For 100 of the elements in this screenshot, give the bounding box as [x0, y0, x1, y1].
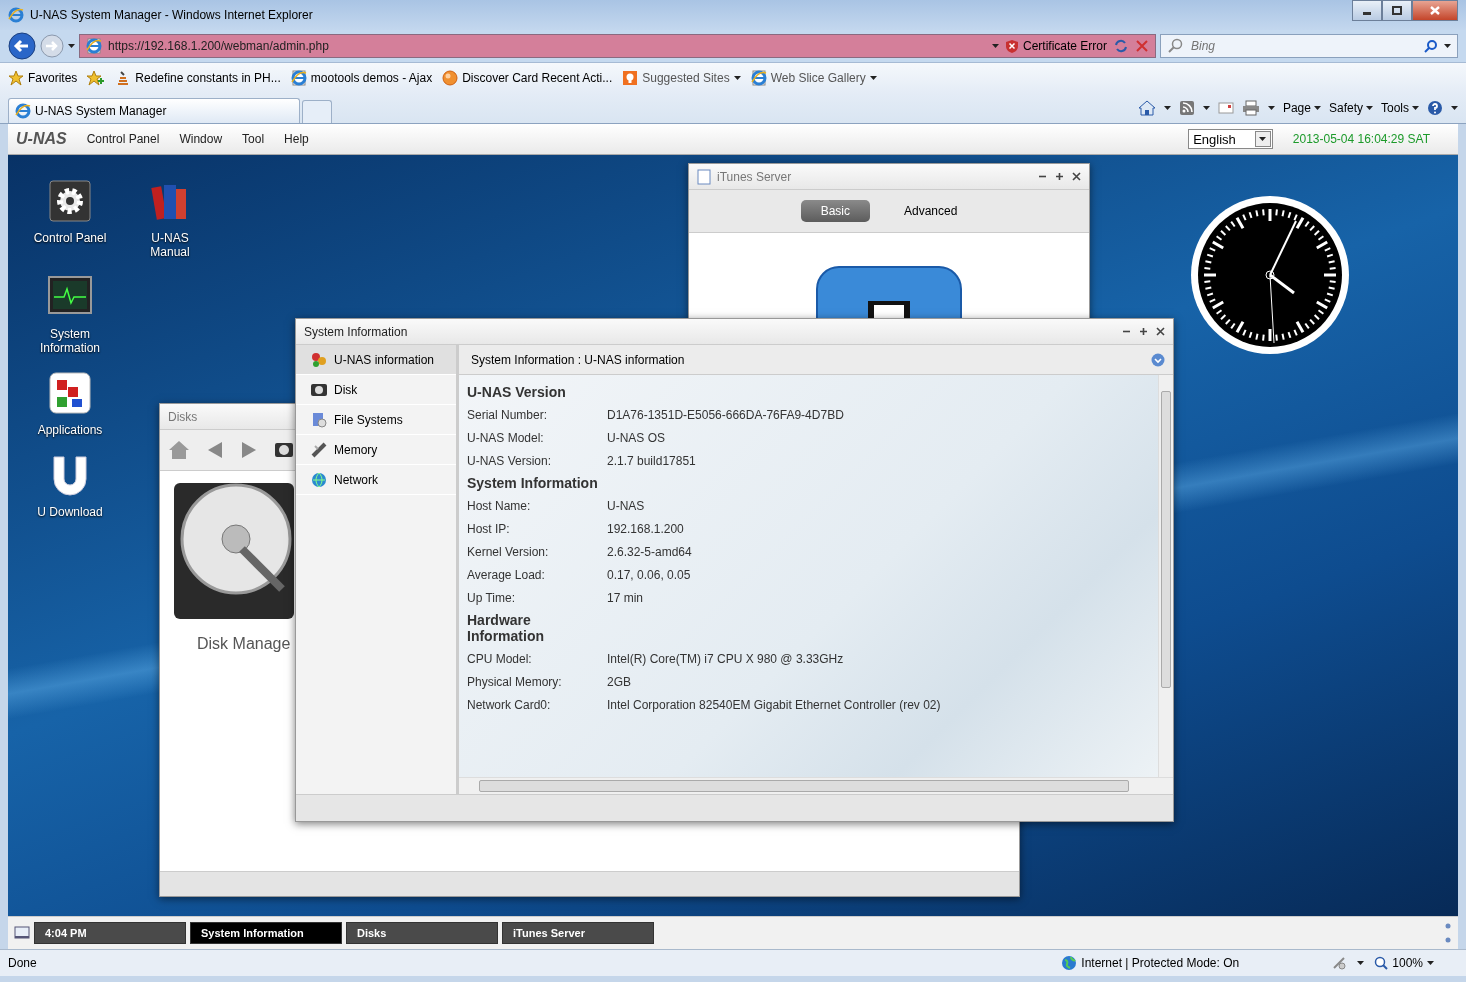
- mail-icon[interactable]: [1217, 102, 1234, 114]
- field-label: Host IP:: [467, 521, 511, 536]
- menu-item[interactable]: Control Panel: [86, 132, 160, 146]
- close-icon[interactable]: [1156, 327, 1165, 336]
- favorites-button[interactable]: Favorites: [8, 70, 78, 86]
- search-field[interactable]: Bing: [1189, 38, 1418, 54]
- field-label: Physical Memory:: [467, 674, 563, 689]
- caret-icon[interactable]: [1444, 44, 1451, 48]
- star-icon: [8, 70, 24, 86]
- info-icon: [310, 350, 328, 369]
- caret-icon[interactable]: [1357, 961, 1365, 965]
- taskbar-button[interactable]: System Information: [190, 922, 342, 944]
- vertical-scrollbar[interactable]: [1158, 375, 1173, 777]
- status-text: Done: [8, 956, 38, 970]
- show-desktop-icon[interactable]: [14, 926, 30, 940]
- favorite-link[interactable]: Suggested Sites: [622, 70, 741, 86]
- search-box[interactable]: Bing: [1160, 34, 1458, 58]
- field-value: Intel Corporation 82540EM Gigabit Ethernet Controller (rev 02): [607, 697, 941, 712]
- menu-item[interactable]: Window: [179, 132, 223, 146]
- home-icon[interactable]: [1137, 100, 1156, 116]
- favorite-link[interactable]: Web Slice Gallery: [750, 70, 877, 86]
- window-title: System Information: [304, 324, 408, 339]
- desktop-shortcut[interactable]: Control Panel: [20, 177, 120, 259]
- security-zone: Internet | Protected Mode: On: [1081, 956, 1240, 970]
- caret-icon: [1412, 106, 1419, 110]
- menu-item[interactable]: Help: [284, 132, 309, 146]
- date-time: 2013-05-04 16:04:29 SAT: [1292, 132, 1430, 146]
- search-icon[interactable]: [1424, 39, 1438, 53]
- field-value: U-NAS OS: [607, 430, 665, 445]
- ie-logo-icon: [8, 7, 24, 23]
- field-label: Host Name:: [467, 498, 532, 513]
- protected-mode-icon[interactable]: [1331, 955, 1348, 971]
- field-value: 2.1.7 build17851: [607, 453, 696, 468]
- lightbulb-icon: [622, 70, 639, 86]
- certificate-error-label[interactable]: Certificate Error: [1022, 39, 1107, 53]
- tab[interactable]: Basic: [800, 200, 870, 222]
- memory-icon: [310, 440, 328, 459]
- orb-icon: [442, 70, 459, 86]
- globe-icon: [310, 470, 328, 489]
- caret-icon[interactable]: [1202, 106, 1210, 110]
- section-heading: U-NAS Version: [467, 383, 567, 402]
- grip-handle-icon[interactable]: [1444, 923, 1452, 943]
- close-button[interactable]: [1412, 0, 1458, 21]
- field-value: D1A76-1351D-E5056-666DA-76FA9-4D7BD: [607, 407, 844, 422]
- desktop-shortcut[interactable]: Applications: [20, 369, 120, 437]
- taskbar-button[interactable]: 4:04 PM: [34, 922, 186, 944]
- desktop-shortcut[interactable]: System Information: [20, 273, 120, 355]
- field-value: 2.6.32-5-amd64: [607, 544, 692, 559]
- tab[interactable]: Advanced: [884, 200, 978, 222]
- print-icon[interactable]: [1241, 100, 1260, 116]
- blocks-icon: [46, 369, 94, 417]
- desktop-shortcut[interactable]: U Download: [20, 451, 120, 519]
- minimize-button[interactable]: [1352, 0, 1382, 21]
- taskbar-button[interactable]: Disks: [346, 922, 498, 944]
- field-label: U-NAS Model:: [467, 430, 545, 445]
- caret-icon[interactable]: [1267, 106, 1275, 110]
- caret-icon[interactable]: [1163, 106, 1171, 110]
- sidebar-item[interactable]: File Systems: [296, 405, 456, 435]
- feed-icon[interactable]: [1178, 100, 1195, 116]
- shield-error-icon: [1004, 39, 1019, 53]
- field-label: Serial Number:: [467, 407, 549, 422]
- field-label: U-NAS Version:: [467, 453, 553, 468]
- ie-logo-icon: [15, 103, 31, 119]
- caret-icon[interactable]: [1451, 106, 1458, 110]
- sidebar-item[interactable]: U-NAS information: [296, 345, 456, 375]
- sidebar-item[interactable]: Network: [296, 465, 456, 495]
- field-label: Network Card0:: [467, 697, 552, 712]
- favorite-link[interactable]: Redefine constants in PH...: [115, 70, 281, 86]
- desktop-shortcut[interactable]: U-NAS Manual: [120, 177, 220, 259]
- maximize-icon[interactable]: [1139, 327, 1148, 336]
- favorite-link[interactable]: Discover Card Recent Acti...: [442, 70, 613, 86]
- command-menu[interactable]: Safety: [1328, 101, 1373, 115]
- command-menu[interactable]: Page: [1282, 101, 1321, 115]
- favorite-link[interactable]: mootools demos - Ajax: [290, 70, 433, 86]
- page-icon: [290, 70, 307, 86]
- caret-icon: [1427, 961, 1434, 965]
- field-label: Up Time:: [467, 590, 516, 605]
- address-bar[interactable]: https://192.168.1.200/webman/admin.php Certificate Error: [79, 34, 1156, 58]
- language-select[interactable]: English: [1188, 129, 1273, 149]
- field-label: CPU Model:: [467, 651, 533, 666]
- help-icon[interactable]: [1427, 100, 1443, 116]
- url-text: https://192.168.1.200/webman/admin.php: [108, 39, 330, 53]
- forward-icon[interactable]: [240, 441, 258, 459]
- restore-button[interactable]: [1382, 0, 1412, 21]
- sidebar-item[interactable]: Memory: [296, 435, 456, 465]
- close-icon[interactable]: [1072, 172, 1081, 181]
- back-icon[interactable]: [8, 32, 36, 60]
- zoom-control[interactable]: 100%: [1374, 956, 1434, 970]
- caret-icon[interactable]: [68, 44, 75, 48]
- maximize-icon[interactable]: [1055, 172, 1064, 181]
- search-icon: [1167, 38, 1183, 54]
- horizontal-scrollbar[interactable]: [459, 777, 1173, 794]
- dropdown-icon[interactable]: [1151, 352, 1165, 367]
- menu-item[interactable]: Tool: [242, 132, 265, 146]
- browser-tab[interactable]: U-NAS System Manager: [8, 98, 300, 123]
- sidebar-item[interactable]: Disk: [296, 375, 456, 405]
- taskbar-button[interactable]: iTunes Server: [502, 922, 654, 944]
- add-favorite-icon[interactable]: [87, 70, 106, 86]
- command-menu[interactable]: Tools: [1381, 101, 1419, 115]
- page-icon: [750, 70, 767, 86]
